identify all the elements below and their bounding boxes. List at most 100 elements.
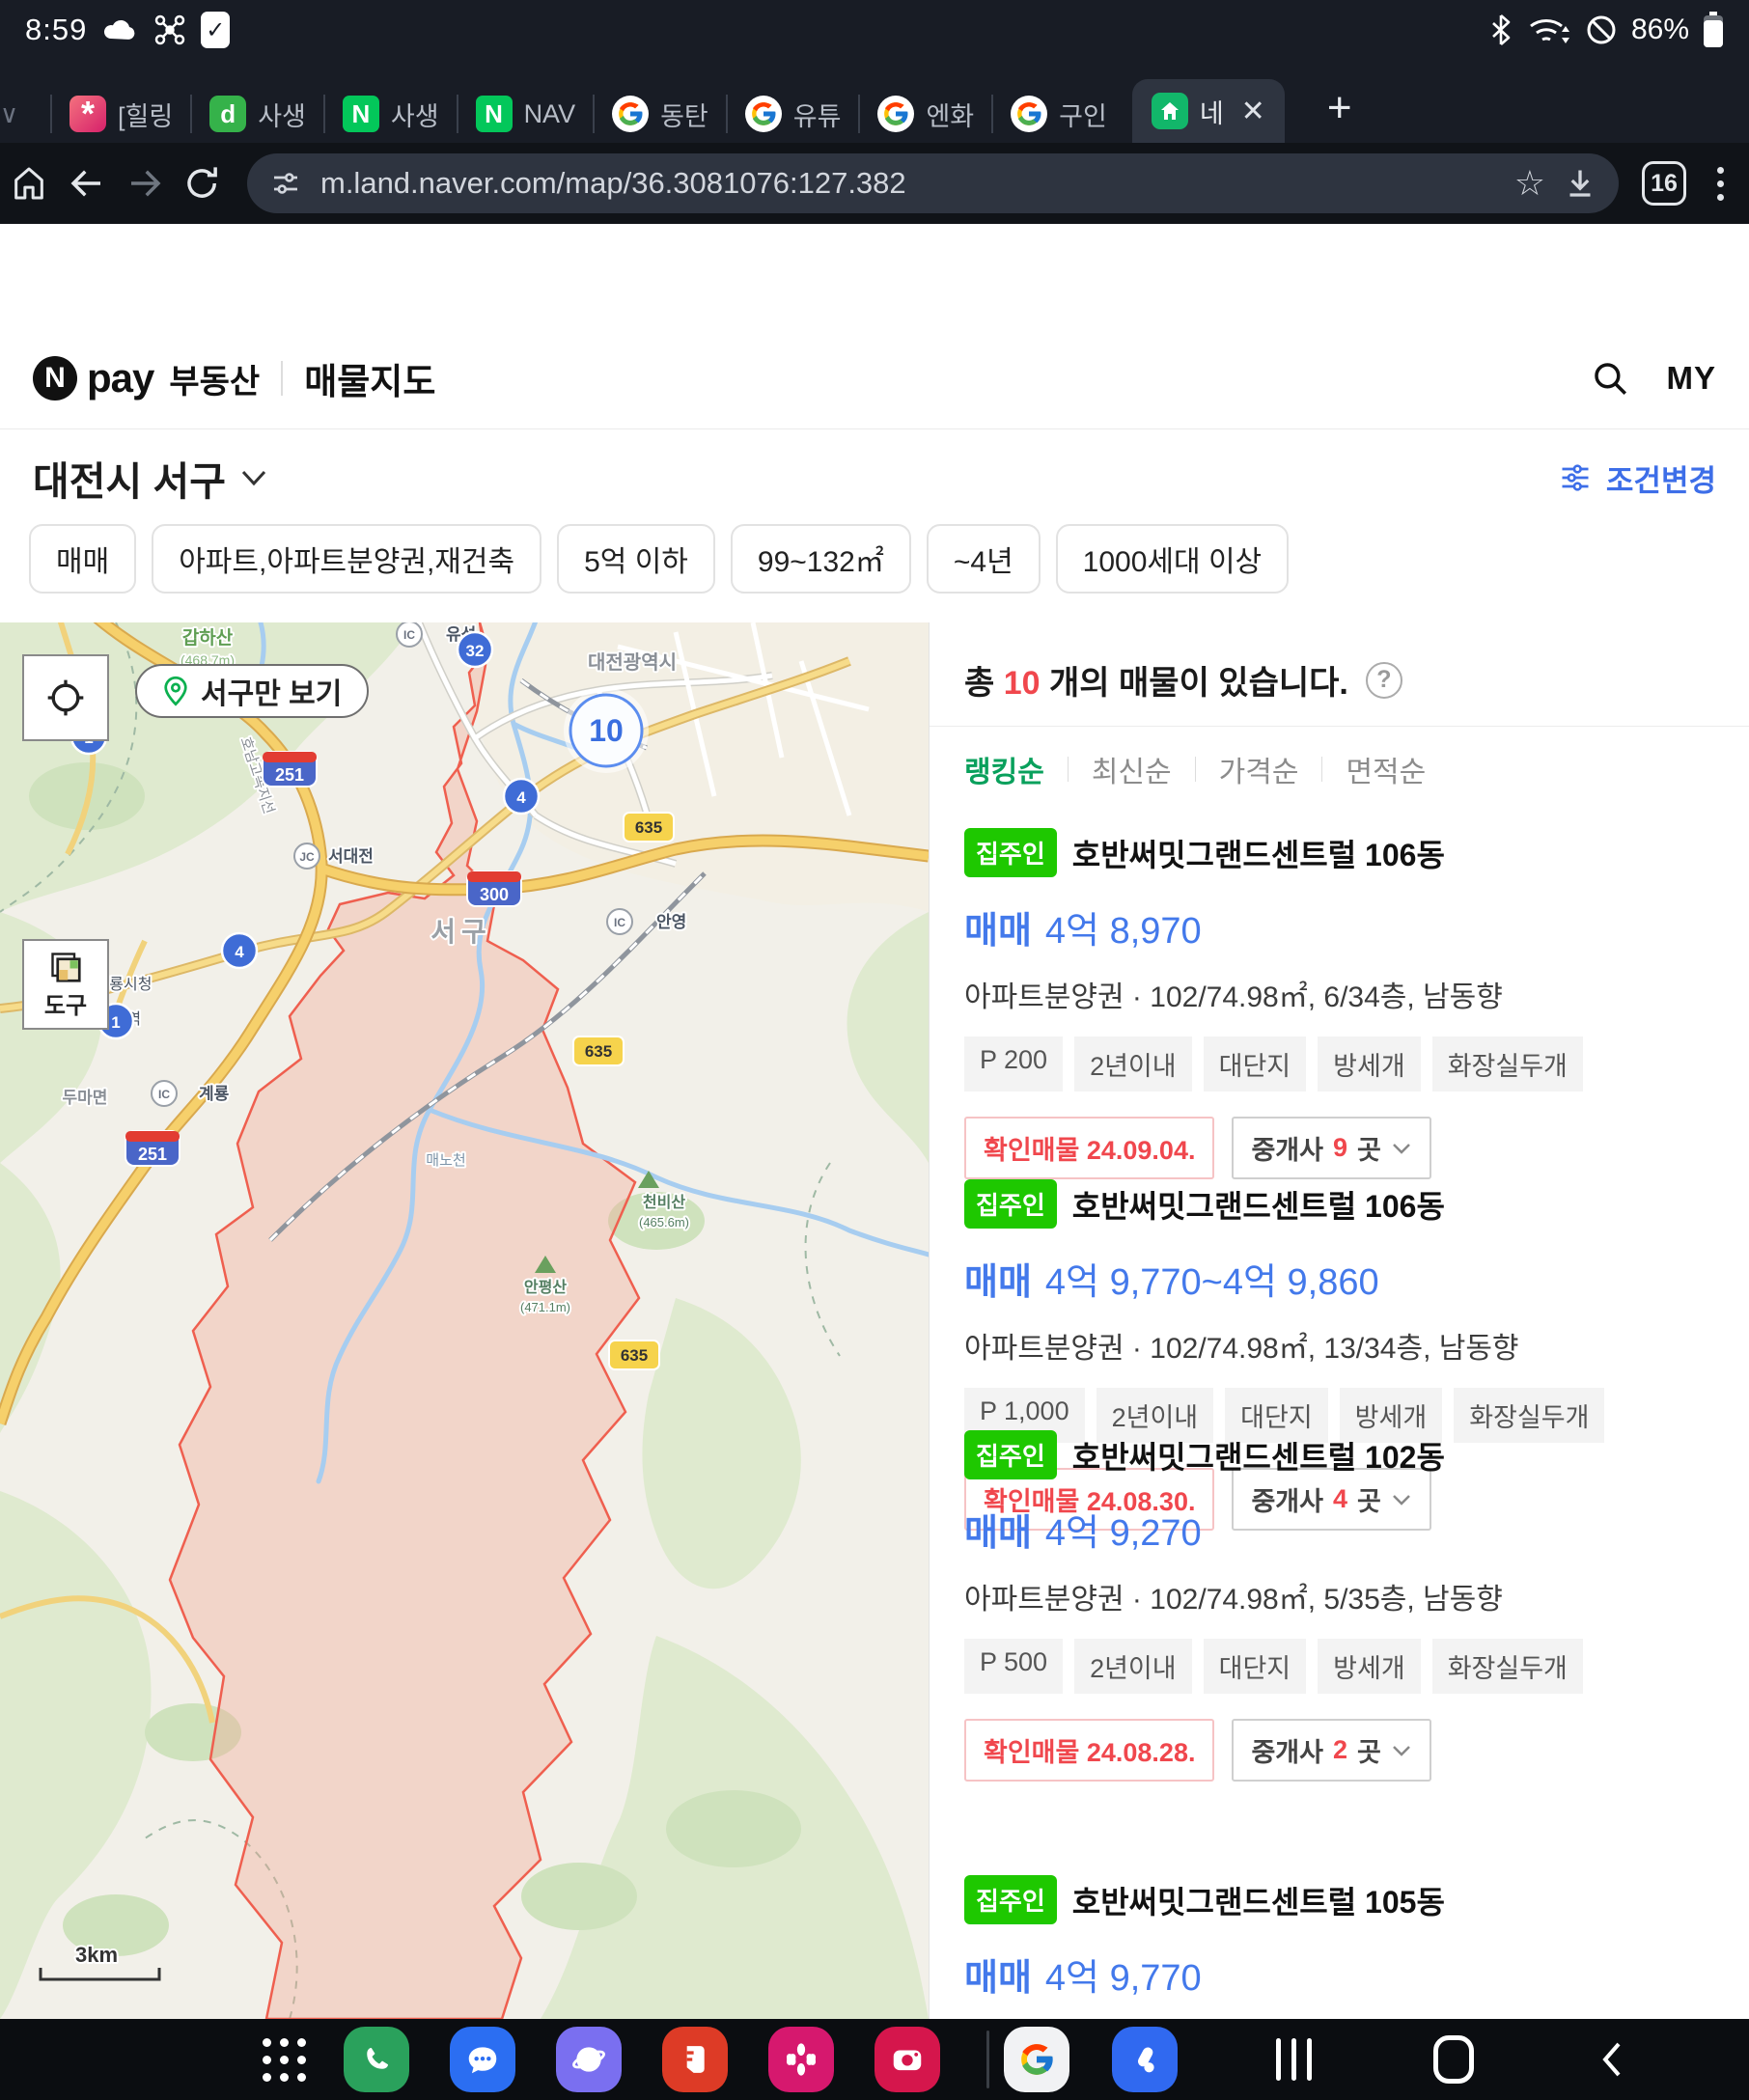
pay-logo-text[interactable]: pay: [87, 355, 153, 401]
camera-app-icon[interactable]: [874, 2027, 940, 2092]
back-nav-button[interactable]: [1573, 2019, 1651, 2100]
map-tools-button[interactable]: 도구: [22, 939, 109, 1030]
tab-active-naver-land[interactable]: 네 ✕: [1132, 79, 1285, 143]
locate-me-button[interactable]: [22, 654, 109, 741]
listing-item[interactable]: 집주인 호반써밋그랜드센트럴 105동 매매4억 9,770: [964, 1875, 1710, 2001]
close-tab-icon[interactable]: ✕: [1241, 95, 1265, 128]
chip-trade-type[interactable]: 매매: [29, 524, 136, 594]
map-pin-icon: [162, 676, 189, 706]
site-settings-icon[interactable]: [268, 166, 303, 201]
owner-badge: 집주인: [964, 1875, 1057, 1924]
dock-divider: [986, 2031, 989, 2088]
agents-dropdown[interactable]: 중개사 2곳: [1232, 1719, 1430, 1782]
tab-healing[interactable]: * [힐링: [52, 85, 190, 143]
listing-desc: 아파트분양권 · 102/74.98㎡, 13/34층, 남동향: [964, 1324, 1710, 1367]
help-icon[interactable]: ?: [1366, 662, 1402, 699]
listing-title[interactable]: 호반써밋그랜드센트럴 106동: [1072, 831, 1445, 875]
change-filters-button[interactable]: 조건변경: [1556, 456, 1716, 500]
download-icon[interactable]: [1563, 166, 1597, 201]
forward-button[interactable]: [116, 163, 174, 204]
listing-item[interactable]: 집주인 호반써밋그랜드센트럴 102동 매매4억 9,270 아파트분양권 · …: [964, 1430, 1710, 1782]
tab-google-4[interactable]: 구인: [993, 85, 1124, 143]
browser-menu-icon[interactable]: [1717, 167, 1724, 201]
tab-naver-1[interactable]: N 사생: [325, 85, 457, 143]
phone-app-icon[interactable]: [344, 2027, 409, 2092]
naver-blue-app-icon[interactable]: [1112, 2027, 1178, 2092]
listing-title[interactable]: 호반써밋그랜드센트럴 105동: [1072, 1878, 1445, 1922]
apps-grid-button[interactable]: [263, 2038, 306, 2082]
chip-households[interactable]: 1000세대 이상: [1056, 524, 1289, 594]
no-signal-icon: [1585, 14, 1618, 46]
show-only-seogu-button[interactable]: 서구만 보기: [135, 664, 369, 718]
svg-text:32: 32: [466, 642, 485, 660]
messages-app-icon[interactable]: [450, 2027, 515, 2092]
svg-text:서대전: 서대전: [328, 847, 374, 866]
chip-property-type[interactable]: 아파트,아파트분양권,재건축: [152, 524, 541, 594]
chip-price[interactable]: 5억 이하: [557, 524, 715, 594]
listing-panel: 총 10 개의 매물이 있습니다. ? 랭킹순 최신순 가격순 면적순 집주인 …: [929, 622, 1749, 2019]
samsung-internet-app-icon[interactable]: [556, 2027, 622, 2092]
sort-price[interactable]: 가격순: [1219, 748, 1299, 790]
tab-google-1[interactable]: 동탄: [595, 85, 726, 143]
sort-options: 랭킹순 최신순 가격순 면적순: [964, 748, 1426, 790]
tab-google-2[interactable]: 유튜: [728, 85, 859, 143]
svg-text:635: 635: [585, 1042, 612, 1061]
checkbox-notification-icon: ✓: [201, 12, 230, 48]
search-icon[interactable]: [1590, 358, 1630, 399]
svg-text:두마면: 두마면: [63, 1089, 108, 1107]
agents-dropdown[interactable]: 중개사 9곳: [1232, 1117, 1430, 1179]
reload-button[interactable]: [174, 163, 232, 204]
layers-icon: [47, 950, 84, 984]
naver-favicon: N: [476, 96, 513, 132]
back-button[interactable]: [58, 163, 116, 204]
chevron-down-icon: [1391, 1142, 1412, 1155]
brand-section[interactable]: 부동산: [169, 355, 260, 402]
map[interactable]: .halo{stroke:#ffffff;stroke-width:4px;pa…: [0, 622, 929, 2019]
listing-item[interactable]: 집주인 호반써밋그랜드센트럴 106동 매매4억 8,970 아파트분양권 · …: [964, 828, 1710, 1179]
naver-logo[interactable]: N: [33, 356, 77, 401]
google-app-icon[interactable]: [1004, 2027, 1069, 2092]
recents-button[interactable]: [1255, 2019, 1332, 2100]
red-app-icon[interactable]: [662, 2027, 728, 2092]
bookmark-star-icon[interactable]: ☆: [1514, 163, 1545, 204]
listing-title[interactable]: 호반써밋그랜드센트럴 106동: [1072, 1182, 1445, 1227]
chip-area[interactable]: 99~132㎡: [731, 524, 911, 594]
listing-cluster-marker[interactable]: 10: [564, 688, 649, 773]
filter-chips: 매매 아파트,아파트분양권,재건축 5억 이하 99~132㎡ ~4년 1000…: [0, 523, 1749, 594]
svg-text:계룡: 계룡: [199, 1085, 230, 1103]
listing-price: 매매4억 9,770~4억 9,860: [964, 1252, 1710, 1305]
tab-switcher-button[interactable]: 16: [1642, 161, 1686, 206]
chevron-down-icon: [1391, 1744, 1412, 1757]
google-favicon: [612, 96, 649, 132]
ipadmarket-favicon: *: [69, 96, 106, 132]
owner-badge: 집주인: [964, 828, 1057, 877]
svg-text:(471.1m): (471.1m): [520, 1300, 570, 1314]
tab-google-3[interactable]: 엔화: [860, 85, 991, 143]
naver-land-favicon: [1152, 93, 1188, 129]
url-text[interactable]: m.land.naver.com/map/36.3081076:127.382: [320, 166, 1497, 201]
sort-area[interactable]: 면적순: [1346, 748, 1426, 790]
gallery-app-icon[interactable]: [768, 2027, 834, 2092]
svg-text:서구: 서구: [430, 917, 492, 947]
tab-partial[interactable]: ∨: [0, 85, 50, 143]
home-nav-button[interactable]: [1415, 2019, 1492, 2100]
new-tab-button[interactable]: +: [1327, 87, 1352, 129]
svg-text:251: 251: [275, 765, 304, 785]
listing-title[interactable]: 호반써밋그랜드센트럴 102동: [1072, 1433, 1445, 1478]
svg-text:안영: 안영: [656, 913, 686, 931]
sort-newest[interactable]: 최신순: [1092, 748, 1172, 790]
svg-text:300: 300: [480, 885, 509, 904]
sort-ranking[interactable]: 랭킹순: [964, 748, 1044, 790]
map-canvas[interactable]: .halo{stroke:#ffffff;stroke-width:4px;pa…: [0, 622, 929, 2019]
chip-age[interactable]: ~4년: [927, 524, 1041, 594]
svg-text:JC: JC: [299, 850, 315, 864]
home-button[interactable]: [0, 164, 58, 203]
confirmed-date-badge: 확인매물 24.09.04.: [964, 1117, 1214, 1179]
my-menu[interactable]: MY: [1667, 360, 1717, 397]
region-selector[interactable]: 대전시 서구: [33, 449, 268, 507]
battery-percent: 86%: [1631, 14, 1689, 46]
url-bar[interactable]: m.land.naver.com/map/36.3081076:127.382 …: [247, 153, 1619, 213]
svg-text:251: 251: [138, 1145, 167, 1164]
tab-daum[interactable]: d 사생: [192, 85, 323, 143]
tab-naver-2[interactable]: N NAV: [458, 85, 594, 143]
